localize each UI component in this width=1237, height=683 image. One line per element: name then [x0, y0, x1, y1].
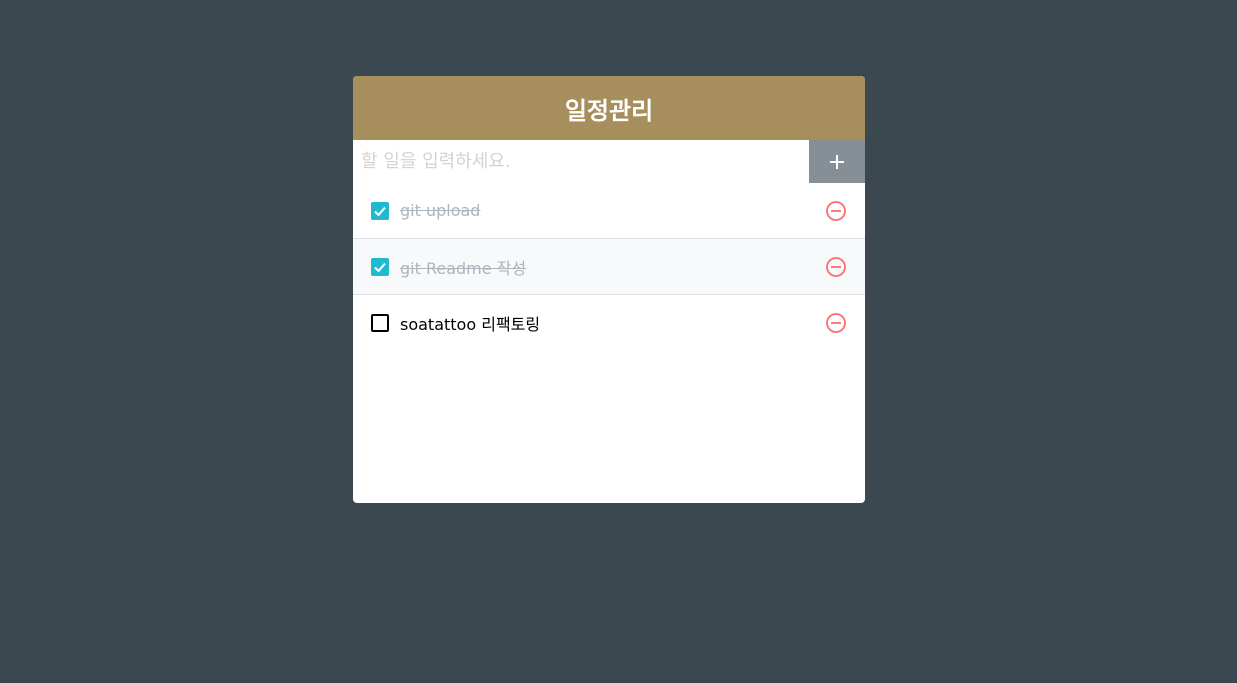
todo-insert-form [353, 140, 865, 183]
todo-text: git upload [400, 201, 481, 220]
plus-icon [830, 154, 844, 169]
minus-circle-icon[interactable] [825, 312, 847, 334]
minus-circle-icon[interactable] [825, 256, 847, 278]
todo-text: git Readme 작성 [400, 258, 527, 278]
app-title: 일정관리 [353, 76, 865, 140]
checkbox-checked-icon[interactable] [371, 257, 389, 276]
checkbox-unchecked-icon[interactable] [371, 314, 389, 332]
todo-text: soatattoo 리팩토링 [400, 315, 541, 334]
checkbox-checked-icon[interactable] [371, 201, 389, 220]
minus-circle-icon[interactable] [825, 200, 847, 222]
todo-item: git upload [353, 183, 865, 239]
todo-template: 일정관리 git upload [353, 76, 865, 503]
add-button[interactable] [809, 140, 865, 183]
todo-item: soatattoo 리팩토링 [353, 295, 865, 351]
todo-list: git upload git Readme 작성 soatattoo 리팩토링 [353, 183, 865, 351]
todo-input[interactable] [353, 140, 809, 183]
todo-item: git Readme 작성 [353, 239, 865, 295]
